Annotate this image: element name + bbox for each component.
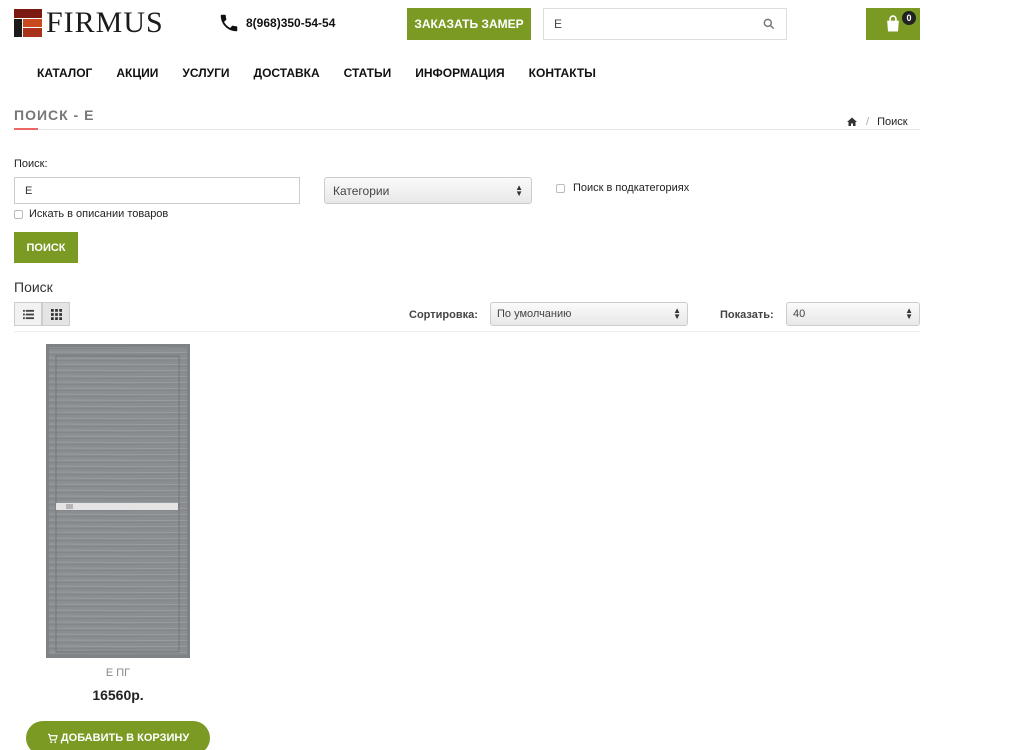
header-search <box>543 8 787 40</box>
nav-item-services[interactable]: УСЛУГИ <box>182 66 229 80</box>
limit-select[interactable]: 40 ▲ ▼ <box>786 302 920 326</box>
grid-view-button[interactable] <box>42 302 70 326</box>
shopping-bag-icon <box>887 15 899 32</box>
sort-label: Сортировка: <box>409 309 478 321</box>
list-view-button[interactable] <box>14 302 42 326</box>
product-image[interactable] <box>46 344 190 658</box>
limit-label: Показать: <box>720 309 774 321</box>
add-to-cart-label: ДОБАВИТЬ В КОРЗИНУ <box>60 732 190 744</box>
view-toggle <box>14 302 70 326</box>
select-arrows-icon: ▲ ▼ <box>673 306 681 321</box>
limit-select-value: 40 <box>793 308 806 320</box>
description-option[interactable]: Искать в описании товаров <box>14 208 168 220</box>
phone-number: 8(968)350-54-54 <box>246 16 336 30</box>
grid-icon <box>50 308 62 320</box>
category-select[interactable]: Категории ▲ ▼ <box>324 177 532 204</box>
nav-item-promotions[interactable]: АКЦИИ <box>116 66 158 80</box>
description-checkbox[interactable] <box>14 209 23 219</box>
sort-select-value: По умолчанию <box>497 308 572 320</box>
nav-item-delivery[interactable]: ДОСТАВКА <box>254 66 320 80</box>
logo-mark-icon <box>14 9 42 37</box>
cart-count-badge: 0 <box>902 11 916 25</box>
phone-icon <box>220 14 238 32</box>
header-phone[interactable]: 8(968)350-54-54 <box>218 12 335 34</box>
home-icon[interactable] <box>846 116 858 128</box>
title-accent <box>14 128 38 130</box>
breadcrumb: / Поиск <box>846 116 908 128</box>
product-name[interactable]: E ПГ <box>46 667 190 679</box>
search-query-input[interactable] <box>14 177 300 204</box>
description-label: Искать в описании товаров <box>29 208 169 220</box>
cart-button[interactable]: 0 <box>866 8 920 40</box>
sort-select[interactable]: По умолчанию ▲ ▼ <box>490 302 688 326</box>
select-arrows-icon: ▲ ▼ <box>515 182 523 198</box>
subcategories-label: Поиск в подкатегориях <box>573 182 690 194</box>
cart-icon <box>47 733 58 743</box>
order-measurement-button[interactable]: ЗАКАЗАТЬ ЗАМЕР <box>407 8 531 40</box>
search-icon[interactable] <box>762 17 776 31</box>
breadcrumb-separator: / <box>866 116 870 128</box>
nav-item-articles[interactable]: СТАТЬИ <box>344 66 392 80</box>
nav-item-contacts[interactable]: КОНТАКТЫ <box>529 66 596 80</box>
site-logo[interactable]: FIRMUS <box>14 8 164 38</box>
logo-text: FIRMUS <box>46 6 164 39</box>
breadcrumb-current[interactable]: Поиск <box>877 116 907 128</box>
list-icon <box>22 309 34 319</box>
nav-item-information[interactable]: ИНФОРМАЦИЯ <box>415 66 504 80</box>
category-select-value: Категории <box>333 183 390 198</box>
select-arrows-icon: ▲ ▼ <box>905 306 913 321</box>
search-submit-button[interactable]: ПОИСК <box>14 232 78 263</box>
title-divider <box>14 129 920 130</box>
toolbar-divider <box>14 331 920 332</box>
main-nav: КАТАЛОГ АКЦИИ УСЛУГИ ДОСТАВКА СТАТЬИ ИНФ… <box>37 66 620 80</box>
subcategories-option[interactable]: Поиск в подкатегориях <box>556 182 689 194</box>
product-price: 16560р. <box>92 687 144 703</box>
page-title: ПОИСК - E <box>14 107 95 123</box>
subcategories-checkbox[interactable] <box>556 183 565 193</box>
search-label: Поиск: <box>14 158 48 170</box>
nav-item-catalog[interactable]: КАТАЛОГ <box>37 66 92 80</box>
add-to-cart-button[interactable]: ДОБАВИТЬ В КОРЗИНУ <box>26 721 210 750</box>
header-search-input[interactable] <box>554 17 762 31</box>
results-heading: Поиск <box>14 279 53 295</box>
